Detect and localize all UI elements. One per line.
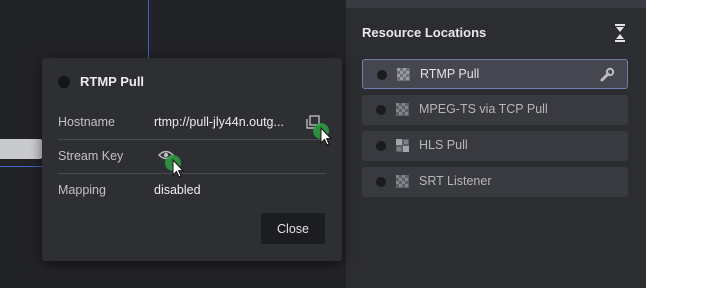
panel-top-bar xyxy=(346,0,646,8)
stream-key-row: Stream Key xyxy=(58,141,326,174)
connector-line-horizontal xyxy=(0,166,42,167)
hostname-value[interactable]: rtmp://pull-jly44n.outg... xyxy=(154,115,284,129)
panel-title: Resource Locations xyxy=(362,25,487,40)
status-dot xyxy=(376,105,386,115)
canvas-node[interactable] xyxy=(0,139,42,159)
connector-line-vertical xyxy=(148,0,149,58)
location-label: RTMP Pull xyxy=(420,67,480,81)
close-button[interactable]: Close xyxy=(261,213,325,244)
collapse-vertical-icon[interactable] xyxy=(614,24,626,42)
mapping-value: disabled xyxy=(154,183,201,197)
stream-key-label: Stream Key xyxy=(58,149,124,163)
checker-icon xyxy=(397,68,410,81)
location-item-mpeg-ts[interactable]: MPEG-TS via TCP Pull xyxy=(362,95,628,125)
checker-icon xyxy=(396,175,409,188)
dialog-title: RTMP Pull xyxy=(80,74,145,89)
mapping-row: Mapping disabled xyxy=(58,175,326,207)
mapping-label: Mapping xyxy=(58,183,106,197)
location-label: MPEG-TS via TCP Pull xyxy=(419,102,548,116)
location-label: SRT Listener xyxy=(419,174,492,188)
location-item-srt-listener[interactable]: SRT Listener xyxy=(362,167,628,197)
hostname-row: Hostname rtmp://pull-jly44n.outg... xyxy=(58,107,326,140)
location-item-rtmp-pull[interactable]: RTMP Pull xyxy=(362,59,628,89)
status-dot xyxy=(377,70,387,80)
checker-icon xyxy=(396,103,409,116)
mouse-cursor-icon xyxy=(313,123,333,146)
location-label: HLS Pull xyxy=(419,138,468,152)
rtmp-pull-dialog: RTMP Pull Hostname rtmp://pull-jly44n.ou… xyxy=(42,58,342,261)
resource-locations-panel: Resource Locations RTMP Pull MPEG-TS via… xyxy=(346,0,646,288)
checker-alt-icon xyxy=(396,139,409,152)
status-dot xyxy=(58,76,70,88)
wrench-icon[interactable] xyxy=(599,67,615,83)
status-dot xyxy=(376,177,386,187)
mouse-cursor-icon xyxy=(165,155,185,178)
location-item-hls-pull[interactable]: HLS Pull xyxy=(362,131,628,161)
status-dot xyxy=(376,141,386,151)
hostname-label: Hostname xyxy=(58,115,115,129)
